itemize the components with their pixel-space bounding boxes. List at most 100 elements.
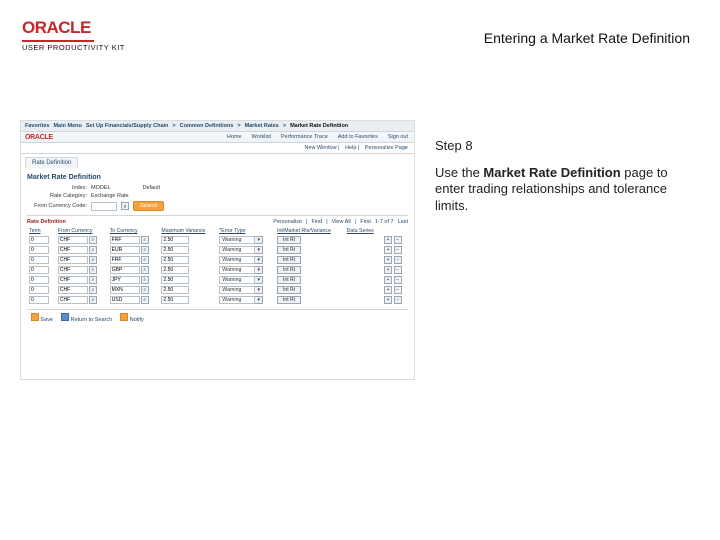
cell-from[interactable] bbox=[58, 256, 88, 264]
return-button[interactable]: Return to Search bbox=[61, 313, 112, 323]
cell-from[interactable] bbox=[58, 276, 88, 284]
cell-error-type[interactable]: Warning▾ bbox=[219, 236, 263, 244]
lookup-icon[interactable]: ⌕ bbox=[89, 246, 97, 254]
lookup-icon[interactable]: ⌕ bbox=[141, 286, 149, 294]
remove-row-button[interactable]: − bbox=[394, 246, 402, 254]
cell-variance[interactable] bbox=[161, 236, 189, 244]
add-row-button[interactable]: + bbox=[384, 236, 392, 244]
cell-from[interactable] bbox=[58, 286, 88, 294]
cell-term[interactable] bbox=[29, 266, 49, 274]
int-rates-button[interactable]: Int Rt bbox=[277, 236, 301, 244]
link-help[interactable]: Help bbox=[345, 145, 356, 151]
remove-row-button[interactable]: − bbox=[394, 256, 402, 264]
pager-first[interactable]: First bbox=[360, 219, 371, 225]
lookup-icon[interactable]: ⌕ bbox=[121, 202, 129, 210]
lookup-icon[interactable]: ⌕ bbox=[89, 236, 97, 244]
nav-home[interactable]: Home bbox=[227, 134, 242, 140]
int-rates-button[interactable]: Int Rt bbox=[277, 256, 301, 264]
crumb-common[interactable]: Common Definitions bbox=[180, 123, 234, 129]
save-button[interactable]: Save bbox=[31, 313, 53, 323]
lookup-icon[interactable]: ⌕ bbox=[141, 246, 149, 254]
add-row-button[interactable]: + bbox=[384, 246, 392, 254]
link-new-window[interactable]: New Window bbox=[304, 145, 336, 151]
remove-row-button[interactable]: − bbox=[394, 266, 402, 274]
add-row-button[interactable]: + bbox=[384, 266, 392, 274]
lookup-icon[interactable]: ⌕ bbox=[141, 276, 149, 284]
cell-from[interactable] bbox=[58, 236, 88, 244]
cell-to[interactable] bbox=[110, 266, 140, 274]
remove-row-button[interactable]: − bbox=[394, 296, 402, 304]
pager-find[interactable]: Find bbox=[311, 219, 322, 225]
cell-to[interactable] bbox=[110, 276, 140, 284]
col-to[interactable]: To Currency bbox=[108, 227, 160, 235]
remove-row-button[interactable]: − bbox=[394, 286, 402, 294]
cell-variance[interactable] bbox=[161, 266, 189, 274]
col-term[interactable]: Term bbox=[27, 227, 56, 235]
cell-term[interactable] bbox=[29, 246, 49, 254]
link-personalize[interactable]: Personalize Page bbox=[365, 145, 408, 151]
pager-last[interactable]: Last bbox=[398, 219, 408, 225]
add-row-button[interactable]: + bbox=[384, 276, 392, 284]
nav-worklist[interactable]: Worklist bbox=[252, 134, 271, 140]
add-row-button[interactable]: + bbox=[384, 296, 392, 304]
remove-row-button[interactable]: − bbox=[394, 276, 402, 284]
lookup-icon[interactable]: ⌕ bbox=[89, 276, 97, 284]
cell-error-type[interactable]: Warning▾ bbox=[219, 246, 263, 254]
cell-variance[interactable] bbox=[161, 276, 189, 284]
cell-from[interactable] bbox=[58, 296, 88, 304]
crumb-favorites[interactable]: Favorites bbox=[25, 123, 49, 129]
lookup-icon[interactable]: ⌕ bbox=[141, 266, 149, 274]
pager-viewall[interactable]: View All bbox=[332, 219, 351, 225]
int-rates-button[interactable]: Int Rt bbox=[277, 246, 301, 254]
col-from[interactable]: From Currency bbox=[56, 227, 108, 235]
cell-error-type[interactable]: Warning▾ bbox=[219, 296, 263, 304]
col-err[interactable]: *Error Type bbox=[217, 227, 275, 235]
cell-error-type[interactable]: Warning▾ bbox=[219, 256, 263, 264]
cell-term[interactable] bbox=[29, 296, 49, 304]
cell-from[interactable] bbox=[58, 266, 88, 274]
crumb-market-rates[interactable]: Market Rates bbox=[245, 123, 279, 129]
col-int[interactable]: Int/Market Rts/Variance bbox=[275, 227, 345, 235]
lookup-icon[interactable]: ⌕ bbox=[89, 296, 97, 304]
int-rates-button[interactable]: Int Rt bbox=[277, 296, 301, 304]
cell-variance[interactable] bbox=[161, 286, 189, 294]
nav-signout[interactable]: Sign out bbox=[388, 134, 408, 140]
search-button[interactable]: Search bbox=[133, 201, 164, 211]
cell-variance[interactable] bbox=[161, 246, 189, 254]
add-row-button[interactable]: + bbox=[384, 286, 392, 294]
notify-button[interactable]: Notify bbox=[120, 313, 144, 323]
col-series[interactable]: Data Series bbox=[345, 227, 382, 235]
cell-to[interactable] bbox=[110, 246, 140, 254]
nav-perf[interactable]: Performance Trace bbox=[281, 134, 328, 140]
lookup-icon[interactable]: ⌕ bbox=[89, 266, 97, 274]
lookup-icon[interactable]: ⌕ bbox=[141, 236, 149, 244]
cell-term[interactable] bbox=[29, 276, 49, 284]
cell-term[interactable] bbox=[29, 286, 49, 294]
lookup-icon[interactable]: ⌕ bbox=[141, 296, 149, 304]
cell-term[interactable] bbox=[29, 236, 49, 244]
lookup-icon[interactable]: ⌕ bbox=[89, 286, 97, 294]
cell-to[interactable] bbox=[110, 296, 140, 304]
add-row-button[interactable]: + bbox=[384, 256, 392, 264]
tab-rate-definition[interactable]: Rate Definition bbox=[25, 157, 78, 168]
cell-error-type[interactable]: Warning▾ bbox=[219, 286, 263, 294]
int-rates-button[interactable]: Int Rt bbox=[277, 286, 301, 294]
cell-to[interactable] bbox=[110, 286, 140, 294]
cell-variance[interactable] bbox=[161, 296, 189, 304]
cell-error-type[interactable]: Warning▾ bbox=[219, 276, 263, 284]
cell-from[interactable] bbox=[58, 246, 88, 254]
cell-variance[interactable] bbox=[161, 256, 189, 264]
lookup-icon[interactable]: ⌕ bbox=[89, 256, 97, 264]
pager-personalize[interactable]: Personalize bbox=[273, 219, 302, 225]
input-from-currency[interactable] bbox=[91, 202, 117, 211]
lookup-icon[interactable]: ⌕ bbox=[141, 256, 149, 264]
int-rates-button[interactable]: Int Rt bbox=[277, 276, 301, 284]
crumb-main-menu[interactable]: Main Menu bbox=[53, 123, 81, 129]
cell-to[interactable] bbox=[110, 236, 140, 244]
cell-term[interactable] bbox=[29, 256, 49, 264]
remove-row-button[interactable]: − bbox=[394, 236, 402, 244]
cell-to[interactable] bbox=[110, 256, 140, 264]
int-rates-button[interactable]: Int Rt bbox=[277, 266, 301, 274]
cell-error-type[interactable]: Warning▾ bbox=[219, 266, 263, 274]
crumb-setup[interactable]: Set Up Financials/Supply Chain bbox=[86, 123, 169, 129]
